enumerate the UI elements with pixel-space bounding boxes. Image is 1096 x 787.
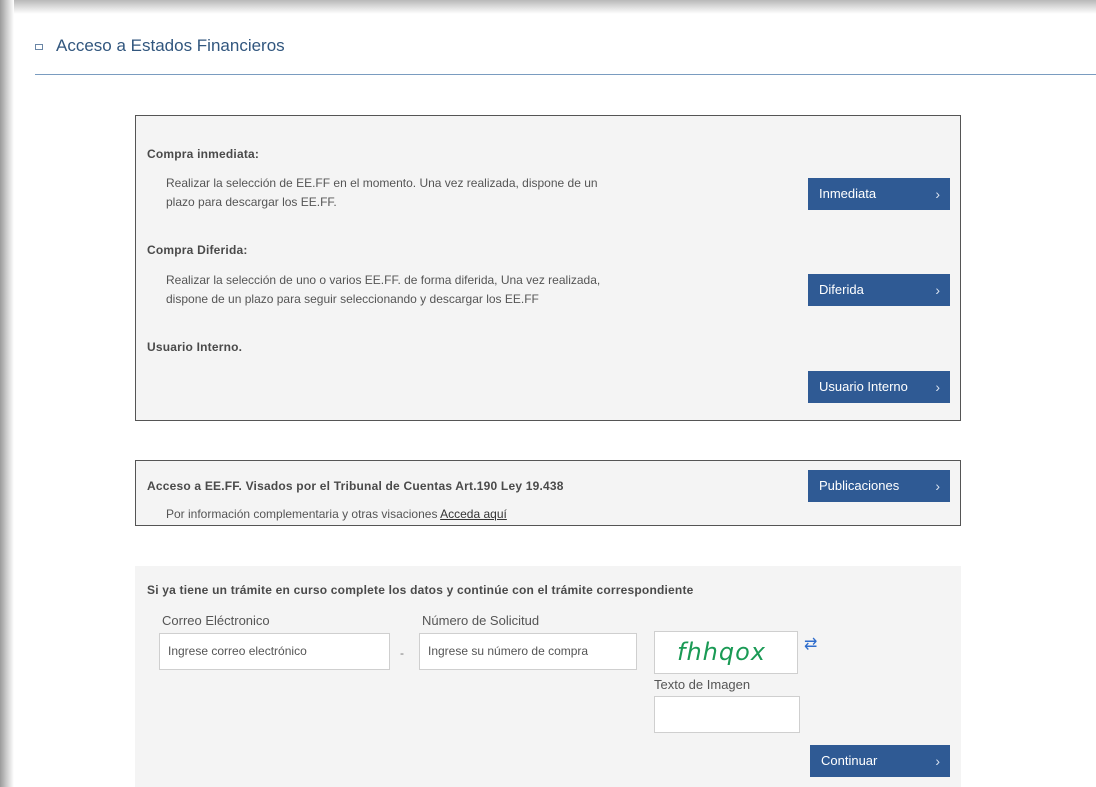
deferred-purchase-description: Realizar la selección de uno o varios EE… xyxy=(166,271,600,309)
field-separator: - xyxy=(400,646,404,660)
chevron-right-icon: › xyxy=(935,379,940,395)
request-number-label: Número de Solicitud xyxy=(422,613,540,628)
publications-button-label: Publicaciones xyxy=(819,478,900,493)
deferred-description-line1: Realizar la selección de uno o varios EE… xyxy=(166,273,601,287)
continue-button[interactable]: Continuar › xyxy=(810,745,950,777)
chevron-right-icon: › xyxy=(935,753,940,769)
in-progress-title: Si ya tiene un trámite en curso complete… xyxy=(147,583,694,597)
continue-button-label: Continuar xyxy=(821,753,878,768)
square-bullet-icon xyxy=(35,44,43,50)
publications-button[interactable]: Publicaciones › xyxy=(808,470,950,502)
access-here-link[interactable]: Acceda aquí xyxy=(440,507,507,521)
deferred-purchase-title: Compra Diferida: xyxy=(147,243,248,257)
immediate-purchase-title: Compra inmediata: xyxy=(147,147,260,161)
immediate-description-line2: plazo para descargar los EE.FF. xyxy=(166,195,337,209)
captcha-image: fhhqox xyxy=(654,631,798,674)
internal-user-title: Usuario Interno. xyxy=(147,340,243,354)
chevron-right-icon: › xyxy=(935,478,940,494)
captcha-text: fhhqox xyxy=(677,638,766,666)
page-header: Acceso a Estados Financieros xyxy=(35,36,1096,75)
immediate-button-label: Inmediata xyxy=(819,186,877,201)
publications-info: Por información complementaria y otras v… xyxy=(166,505,507,524)
captcha-label: Texto de Imagen xyxy=(654,677,751,692)
immediate-button[interactable]: Inmediata › xyxy=(808,178,950,210)
captcha-input[interactable] xyxy=(654,696,800,733)
internal-user-button[interactable]: Usuario Interno › xyxy=(808,371,950,403)
internal-user-button-label: Usuario Interno xyxy=(819,379,908,394)
chevron-right-icon: › xyxy=(935,186,940,202)
page-title: Acceso a Estados Financieros xyxy=(56,36,285,55)
publications-title: Acceso a EE.FF. Visados por el Tribunal … xyxy=(147,479,564,493)
window-shadow-left xyxy=(0,0,14,787)
deferred-description-line2: dispone de un plazo para seguir seleccio… xyxy=(166,292,539,306)
email-field[interactable]: Ingrese correo electrónico xyxy=(159,633,390,670)
email-label: Correo Eléctronico xyxy=(162,613,270,628)
request-number-field[interactable]: Ingrese su número de compra xyxy=(419,633,637,670)
immediate-description-line1: Realizar la selección de EE.FF en el mom… xyxy=(166,176,598,190)
chevron-right-icon: › xyxy=(935,282,940,298)
deferred-button[interactable]: Diferida › xyxy=(808,274,950,306)
refresh-captcha-icon[interactable]: ⇄ xyxy=(804,634,817,654)
publications-info-text: Por información complementaria y otras v… xyxy=(166,507,438,521)
immediate-purchase-description: Realizar la selección de EE.FF en el mom… xyxy=(166,174,598,212)
window-shadow-top xyxy=(0,0,1096,14)
deferred-button-label: Diferida xyxy=(819,282,864,297)
